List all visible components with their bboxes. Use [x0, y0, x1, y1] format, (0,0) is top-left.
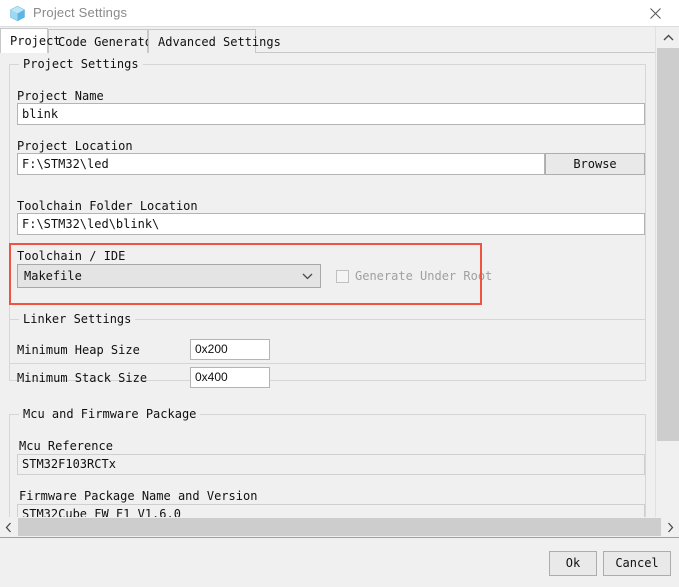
project-name-label: Project Name	[17, 89, 104, 103]
toolchain-ide-label: Toolchain / IDE	[17, 249, 126, 263]
toolchain-ide-select-value: Makefile	[24, 269, 82, 283]
project-location-input[interactable]: F:\STM32\led	[17, 153, 545, 175]
group-mcu-firmware-package-title: Mcu and Firmware Package	[19, 407, 201, 421]
vertical-scrollbar-thumb[interactable]	[657, 48, 679, 441]
tab-code-generator[interactable]: Code Generator	[48, 29, 159, 53]
title-bar: Project Settings	[0, 0, 679, 27]
group-project-settings-title: Project Settings	[19, 57, 143, 71]
group-linker-settings-title: Linker Settings	[19, 312, 136, 326]
chevron-left-icon[interactable]	[0, 517, 17, 537]
minimum-heap-size-input[interactable]: 0x200	[190, 339, 270, 360]
horizontal-scrollbar-thumb[interactable]	[18, 518, 661, 536]
minimum-stack-size-label: Minimum Stack Size	[17, 371, 148, 385]
toolchain-folder-location-input[interactable]: F:\STM32\led\blink\	[17, 213, 645, 235]
tab-advanced-settings[interactable]: Advanced Settings	[148, 29, 281, 53]
chevron-right-icon[interactable]	[662, 517, 679, 537]
chevron-up-icon[interactable]	[657, 27, 679, 47]
toolchain-folder-location-label: Toolchain Folder Location	[17, 199, 198, 213]
project-settings-dialog: Project Settings Project Code Generator …	[0, 0, 679, 587]
ok-button[interactable]: Ok	[549, 551, 597, 576]
mcu-reference-label: Mcu Reference	[19, 439, 113, 453]
minimum-stack-size-input[interactable]: 0x400	[190, 367, 270, 388]
checkbox-box-icon	[336, 269, 349, 283]
mcu-reference-value: STM32F103RCTx	[17, 454, 645, 475]
project-location-label: Project Location	[17, 139, 133, 153]
browse-button[interactable]: Browse	[545, 153, 645, 175]
cancel-button[interactable]: Cancel	[603, 551, 671, 576]
toolchain-ide-select[interactable]: Makefile	[17, 264, 321, 288]
tab-project[interactable]: Project	[0, 28, 61, 53]
window-title: Project Settings	[33, 5, 128, 20]
firmware-package-label: Firmware Package Name and Version	[19, 489, 258, 503]
minimum-heap-size-label: Minimum Heap Size	[17, 343, 140, 357]
cube-icon	[9, 5, 26, 22]
project-tab-pane: Project Settings Project Name blink Proj…	[0, 53, 655, 536]
dialog-footer: Ok Cancel	[0, 537, 679, 587]
generate-under-root-label: Generate Under Root	[355, 269, 493, 283]
generate-under-root-checkbox[interactable]: Generate Under Root	[336, 268, 492, 284]
chevron-down-icon[interactable]	[296, 265, 320, 287]
project-name-input[interactable]: blink	[17, 103, 645, 125]
vertical-scrollbar[interactable]	[655, 27, 679, 536]
close-icon[interactable]	[633, 0, 679, 26]
horizontal-scrollbar[interactable]	[0, 517, 679, 537]
